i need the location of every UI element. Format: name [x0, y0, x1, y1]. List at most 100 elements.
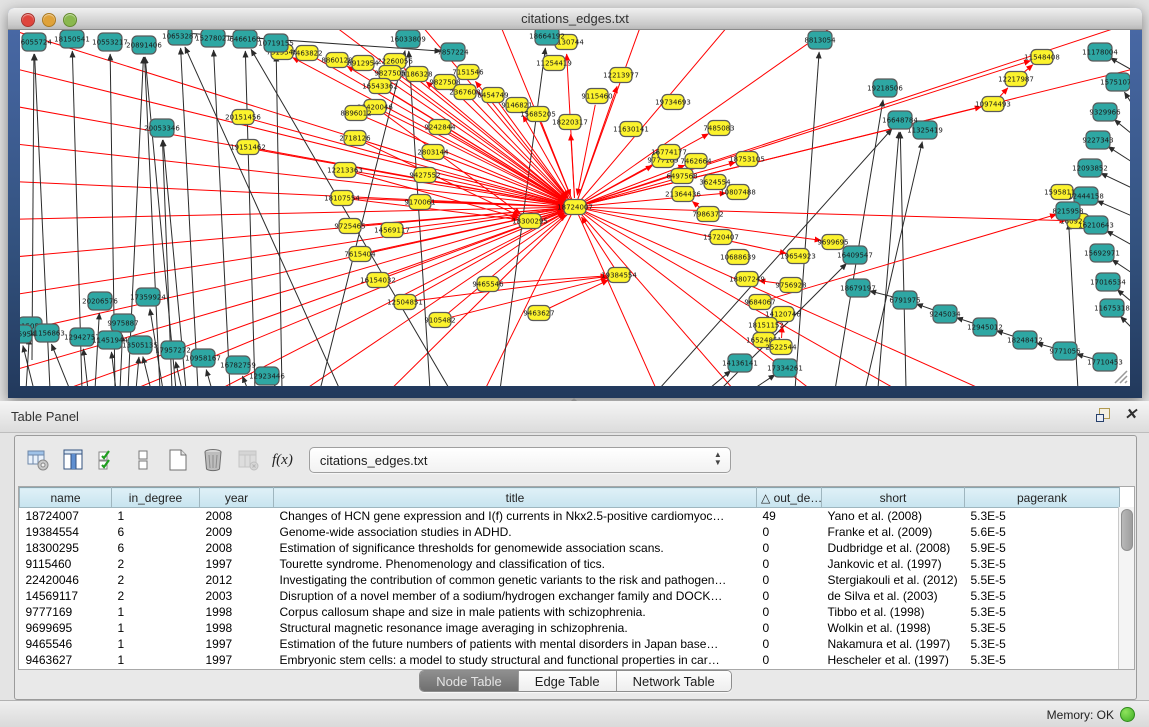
graph-node-teal[interactable]: 18248412 — [1007, 331, 1043, 349]
table-cell[interactable]: 5.9E-5 — [965, 540, 1120, 556]
memory-status-indicator[interactable] — [1120, 707, 1135, 722]
column-header-out-de-[interactable]: △ out_de… — [757, 488, 822, 508]
graph-node-teal[interactable]: 16782759 — [220, 356, 256, 374]
table-cell[interactable]: 0 — [757, 540, 822, 556]
table-cell[interactable]: Corpus callosum shape and size in male p… — [274, 604, 757, 620]
graph-edge[interactable] — [1097, 201, 1130, 216]
graph-edge[interactable] — [1106, 231, 1130, 245]
graph-node-teal[interactable]: 20891406 — [126, 36, 162, 54]
graph-node-yellow[interactable]: 12213977 — [603, 68, 639, 83]
table-row[interactable]: 946362711997Embryonic stem cells: a mode… — [20, 652, 1120, 668]
table-row[interactable]: 1872400712008Changes of HCN gene express… — [20, 508, 1120, 525]
table-row[interactable]: 977716911998Corpus callosum shape and si… — [20, 604, 1120, 620]
graph-node-yellow[interactable]: 12213363 — [327, 163, 363, 178]
graph-node-yellow[interactable]: 19151462 — [230, 140, 266, 155]
table-row[interactable]: 911546021997Tourette syndrome. Phenomeno… — [20, 556, 1120, 572]
table-cell[interactable]: 5.3E-5 — [965, 652, 1120, 668]
graph-node-yellow[interactable]: 9465546 — [472, 277, 504, 292]
resize-grip[interactable] — [1110, 366, 1128, 384]
table-cell[interactable]: Stergiakouli et al. (2012) — [822, 572, 965, 588]
table-cell[interactable]: 6 — [112, 540, 200, 556]
table-cell[interactable]: 18300295 — [20, 540, 112, 556]
graph-edge[interactable] — [20, 207, 575, 220]
close-panel-icon[interactable]: ✕ — [1124, 408, 1137, 422]
graph-node-yellow[interactable]: 19384554 — [601, 268, 637, 283]
table-cell[interactable]: Tibbo et al. (1998) — [822, 604, 965, 620]
graph-node-yellow[interactable]: 18220317 — [552, 115, 588, 130]
table-row[interactable]: 2242004622012Investigating the contribut… — [20, 572, 1120, 588]
table-cell[interactable]: 9465546 — [20, 636, 112, 652]
graph-node-yellow[interactable]: 2522544 — [765, 340, 797, 355]
graph-edge[interactable] — [252, 119, 564, 204]
graph-node-yellow[interactable]: 12504851 — [387, 295, 423, 310]
graph-edge[interactable] — [584, 61, 1031, 205]
table-cell[interactable]: 2012 — [200, 572, 274, 588]
graph-edge[interactable] — [143, 357, 151, 386]
graph-node-teal[interactable]: 9227343 — [1082, 131, 1113, 149]
graph-edge[interactable] — [1124, 92, 1130, 104]
table-cell[interactable]: 1997 — [200, 556, 274, 572]
show-columns-icon[interactable] — [60, 447, 86, 473]
table-cell[interactable]: 0 — [757, 652, 822, 668]
graph-node-yellow[interactable]: 2803144 — [417, 145, 449, 160]
graph-node-yellow[interactable]: 7485083 — [703, 121, 734, 136]
graph-edge[interactable] — [575, 207, 1050, 386]
table-cell[interactable]: Changes of HCN gene expression and I(f) … — [274, 508, 757, 525]
graph-edge[interactable] — [755, 375, 775, 386]
graph-node-yellow[interactable]: 18807249 — [729, 272, 765, 287]
table-cell[interactable]: Jankovic et al. (1997) — [822, 556, 965, 572]
table-cell[interactable]: 0 — [757, 556, 822, 572]
table-cell[interactable]: 6 — [112, 524, 200, 540]
table-cell[interactable]: 0 — [757, 524, 822, 540]
table-cell[interactable]: 5.6E-5 — [965, 524, 1120, 540]
table-cell[interactable]: 1998 — [200, 620, 274, 636]
table-cell[interactable]: 5.3E-5 — [965, 588, 1120, 604]
graph-node-teal[interactable]: 11178004 — [1082, 43, 1118, 61]
graph-edge[interactable] — [414, 277, 607, 301]
table-cell[interactable]: Dudbridge et al. (2008) — [822, 540, 965, 556]
table-selector-dropdown[interactable]: citations_edges.txt ▲▼ — [309, 447, 731, 473]
graph-node-yellow[interactable]: 8912954 — [347, 56, 379, 71]
table-cell[interactable]: 5.3E-5 — [965, 636, 1120, 652]
graph-edge[interactable] — [1108, 147, 1130, 162]
graph-edge[interactable] — [20, 207, 575, 340]
table-cell[interactable]: 1 — [112, 652, 200, 668]
graph-node-yellow[interactable]: 21364436 — [665, 187, 701, 202]
graph-node-teal[interactable]: 10553217 — [92, 33, 128, 51]
table-scrollbar[interactable] — [1118, 507, 1134, 669]
float-panel-icon[interactable] — [1096, 408, 1110, 422]
graph-node-teal[interactable]: 9771056 — [1049, 342, 1081, 360]
graph-edge[interactable] — [1110, 58, 1130, 70]
table-cell[interactable]: 18724007 — [20, 508, 112, 525]
graph-edge[interactable] — [276, 55, 282, 386]
table-cell[interactable]: 1 — [112, 508, 200, 525]
graph-edge[interactable] — [181, 48, 198, 386]
table-options-icon[interactable] — [25, 447, 51, 473]
graph-node-yellow[interactable]: 12217987 — [998, 72, 1034, 87]
table-cell[interactable]: 0 — [757, 588, 822, 604]
table-cell[interactable]: 1 — [112, 636, 200, 652]
tab-edge-table[interactable]: Edge Table — [518, 671, 616, 691]
graph-node-teal[interactable]: 26055724 — [20, 33, 52, 51]
graph-edge[interactable] — [1114, 120, 1130, 134]
graph-edge[interactable] — [710, 371, 731, 386]
table-cell[interactable]: 9463627 — [20, 652, 112, 668]
graph-node-teal[interactable]: 17359924 — [130, 288, 166, 306]
table-cell[interactable]: 1997 — [200, 652, 274, 668]
table-cell[interactable]: 0 — [757, 620, 822, 636]
table-row[interactable]: 969969511998Structural magnetic resonanc… — [20, 620, 1120, 636]
graph-node-yellow[interactable]: 3624554 — [699, 175, 731, 190]
table-cell[interactable]: 5.5E-5 — [965, 572, 1120, 588]
column-header-year[interactable]: year — [200, 488, 274, 508]
graph-edge[interactable] — [320, 51, 405, 386]
graph-edge[interactable] — [176, 362, 182, 386]
table-cell[interactable]: 2 — [112, 572, 200, 588]
graph-node-yellow[interactable]: 9725465 — [334, 219, 365, 234]
table-cell[interactable]: Structural magnetic resonance image aver… — [274, 620, 757, 636]
graph-node-teal[interactable]: 16033809 — [390, 30, 426, 48]
graph-edge[interactable] — [584, 207, 1066, 220]
table-cell[interactable]: Embryonic stem cells: a model to study s… — [274, 652, 757, 668]
table-cell[interactable]: 22420046 — [20, 572, 112, 588]
graph-edge[interactable] — [95, 313, 99, 386]
network-canvas[interactable]: 1872400775155467463822886012889129542226… — [20, 30, 1130, 386]
